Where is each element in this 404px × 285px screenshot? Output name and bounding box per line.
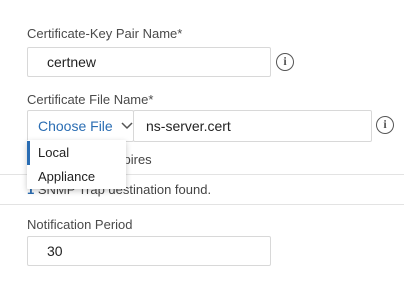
certificate-form: Certificate-Key Pair Name* certnew i Cer… xyxy=(0,0,404,285)
menu-item-local[interactable]: Local xyxy=(27,141,126,165)
cert-key-pair-label: Certificate-Key Pair Name* xyxy=(27,26,183,41)
cert-file-label: Certificate File Name* xyxy=(27,92,154,107)
notification-period-label: Notification Period xyxy=(27,217,133,232)
choose-file-label: Choose File xyxy=(38,118,113,134)
section-divider xyxy=(0,204,404,205)
info-icon[interactable]: i xyxy=(276,53,294,71)
info-icon[interactable]: i xyxy=(376,116,394,134)
cert-key-pair-input[interactable]: certnew xyxy=(27,47,271,77)
choose-file-button[interactable]: Choose File xyxy=(27,110,134,142)
choose-file-menu: Local Appliance xyxy=(27,140,126,189)
menu-item-appliance[interactable]: Appliance xyxy=(27,165,126,189)
cert-file-input[interactable]: ns-server.cert xyxy=(133,110,372,142)
chevron-down-icon xyxy=(121,122,133,130)
notification-period-input[interactable]: 30 xyxy=(27,236,271,266)
